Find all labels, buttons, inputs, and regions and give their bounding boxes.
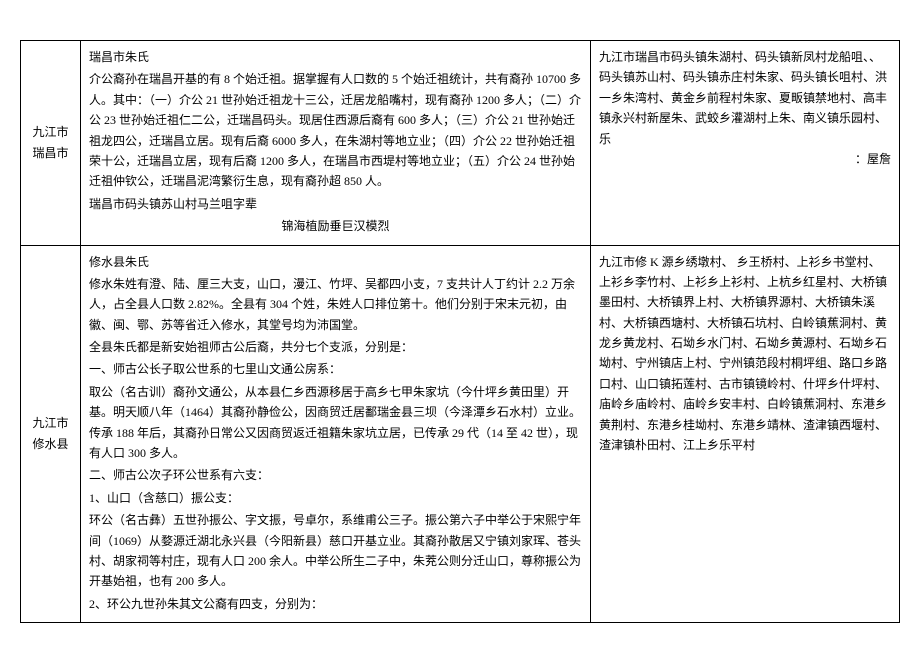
- region-name: 九江市修水县: [32, 416, 68, 450]
- desc-paragraph: 环公（名古彝）五世孙振公、字文振，号卓尔，系维甫公三子。振公第六子中举公于宋熙宁…: [89, 510, 582, 592]
- places-cell: 九江市瑞昌市码头镇朱湖村、码头镇新凤村龙船咀、、码头镇苏山村、码头镇赤庄村朱家、…: [591, 41, 900, 246]
- description-cell: 瑞昌市朱氏 介公裔孙在瑞昌开基的有 8 个始迁祖。据掌握有人口数的 5 个始迁祖…: [81, 41, 591, 246]
- desc-paragraph: 二、师古公次子环公世系有六支：: [89, 465, 582, 485]
- table-row: 九江市瑞昌市 瑞昌市朱氏 介公裔孙在瑞昌开基的有 8 个始迁祖。据掌握有人口数的…: [21, 41, 900, 246]
- desc-paragraph: 瑞昌市码头镇苏山村马兰咀字辈: [89, 194, 582, 214]
- places-text: 九江市修 K 源乡绣墩村、 乡王桥村、上衫乡书堂村、上衫乡李竹村、上衫乡上衫村、…: [599, 255, 887, 453]
- places-text: 九江市瑞昌市码头镇朱湖村、码头镇新凤村龙船咀、、码头镇苏山村、码头镇赤庄村朱家、…: [599, 50, 887, 146]
- desc-paragraph: 2、环公九世孙朱其文公裔有四支，分别为：: [89, 594, 582, 614]
- table-row: 九江市修水县 修水县朱氏 修水朱姓有澄、陆、厘三大支，山口，漫江、竹坪、吴都四小…: [21, 245, 900, 623]
- places-cell: 九江市修 K 源乡绣墩村、 乡王桥村、上衫乡书堂村、上衫乡李竹村、上衫乡上衫村、…: [591, 245, 900, 623]
- description-cell: 修水县朱氏 修水朱姓有澄、陆、厘三大支，山口，漫江、竹坪、吴都四小支，7 支共计…: [81, 245, 591, 623]
- region-cell: 九江市瑞昌市: [21, 41, 81, 246]
- desc-paragraph: 取公（名古训）裔孙文通公，从本县仁乡西源移居于高乡七甲朱家坑（今什坪乡黄田里）开…: [89, 382, 582, 464]
- region-name: 九江市瑞昌市: [32, 125, 68, 159]
- desc-paragraph: 1、山口（含慈口）振公支：: [89, 488, 582, 508]
- places-extra: ：屋詹: [599, 149, 891, 169]
- desc-paragraph: 一、师古公长子取公世系的七里山文通公房系：: [89, 359, 582, 379]
- region-cell: 九江市修水县: [21, 245, 81, 623]
- desc-paragraph: 介公裔孙在瑞昌开基的有 8 个始迁祖。据掌握有人口数的 5 个始迁祖统计，共有裔…: [89, 69, 582, 191]
- clan-table: 九江市瑞昌市 瑞昌市朱氏 介公裔孙在瑞昌开基的有 8 个始迁祖。据掌握有人口数的…: [20, 40, 900, 623]
- desc-generation-names: 锦海植励垂巨汉模烈: [89, 216, 582, 236]
- desc-paragraph: 全县朱氏都是新安始祖师古公后裔，共分七个支派，分别是：: [89, 337, 582, 357]
- desc-title: 瑞昌市朱氏: [89, 47, 582, 67]
- desc-title: 修水县朱氏: [89, 252, 582, 272]
- desc-paragraph: 修水朱姓有澄、陆、厘三大支，山口，漫江、竹坪、吴都四小支，7 支共计人丁约计 2…: [89, 274, 582, 335]
